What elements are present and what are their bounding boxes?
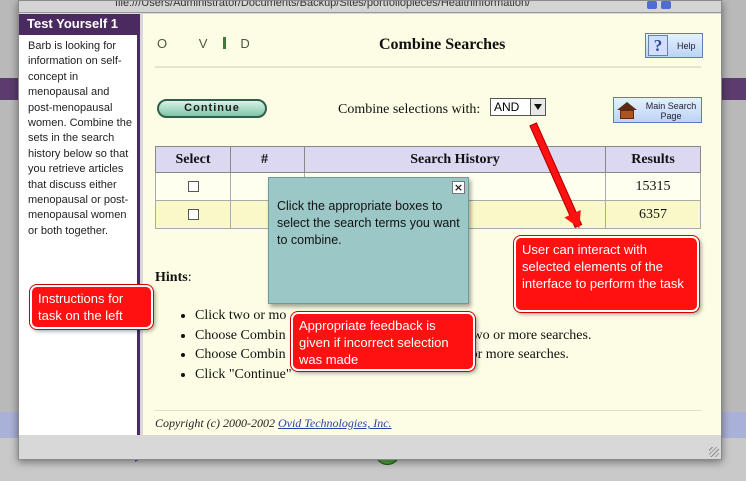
address-url: file:///Users/Administrator/Documents/Ba… xyxy=(115,1,531,9)
combine-label: Combine selections with: xyxy=(338,102,481,117)
copyright-text: Copyright (c) 2000-2002 xyxy=(155,416,278,430)
reload-icon[interactable] xyxy=(661,1,671,9)
select-cell xyxy=(155,172,231,201)
address-bar[interactable]: file:///Users/Administrator/Documents/Ba… xyxy=(19,1,721,13)
continue-button[interactable]: Continue xyxy=(157,99,267,118)
select-cell xyxy=(155,200,231,229)
combine-operator-select[interactable]: AND xyxy=(490,98,546,116)
test-panel-title: Test Yourself 1 xyxy=(19,14,137,35)
table-header-row: Select # Search History Results xyxy=(155,146,701,173)
select-checkbox[interactable] xyxy=(187,180,199,192)
header-divider xyxy=(155,66,701,68)
copyright-notice: Copyright (c) 2000-2002 Ovid Technologie… xyxy=(155,416,392,431)
hints-title: Hints xyxy=(155,270,188,285)
feedback-popup: × Click the appropriate boxes to select … xyxy=(268,177,469,304)
help-button[interactable]: ? Help xyxy=(645,33,703,58)
results-count: 6357 xyxy=(605,200,701,229)
select-checkbox[interactable] xyxy=(187,208,199,220)
combine-operator-value: AND xyxy=(494,100,520,114)
test-yourself-panel: Test Yourself 1 Barb is looking for info… xyxy=(19,14,140,435)
main-search-page-label: Main Search Page xyxy=(645,101,697,121)
footer-divider xyxy=(155,410,701,411)
callout-feedback: Appropriate feedback is given if incorre… xyxy=(291,312,475,371)
hints-heading: Hints: xyxy=(155,270,192,285)
bookmark-icon[interactable] xyxy=(647,1,657,9)
status-bar xyxy=(19,435,721,459)
column-header-number: # xyxy=(230,146,305,173)
ovid-logo: O VD xyxy=(157,36,264,51)
house-icon xyxy=(617,102,637,119)
column-header-history: Search History xyxy=(304,146,606,173)
help-label: Help xyxy=(677,40,696,51)
column-header-results: Results xyxy=(605,146,701,173)
callout-interact: User can interact with selected elements… xyxy=(514,236,699,312)
column-header-select: Select xyxy=(155,146,231,173)
dropdown-arrow-icon[interactable] xyxy=(530,99,545,115)
popup-message: Click the appropriate boxes to select th… xyxy=(277,199,460,247)
question-mark-icon: ? xyxy=(648,35,668,56)
callout-instructions: Instructions for task on the left xyxy=(30,285,153,329)
main-search-page-button[interactable]: Main Search Page xyxy=(613,97,702,123)
task-instructions: Barb is looking for information on self-… xyxy=(28,40,132,237)
close-icon[interactable]: × xyxy=(452,181,465,194)
page-title: Combine Searches xyxy=(379,36,506,53)
resize-grip-icon[interactable] xyxy=(709,447,719,457)
results-count: 15315 xyxy=(605,172,701,201)
ovid-company-link[interactable]: Ovid Technologies, Inc. xyxy=(278,416,392,430)
